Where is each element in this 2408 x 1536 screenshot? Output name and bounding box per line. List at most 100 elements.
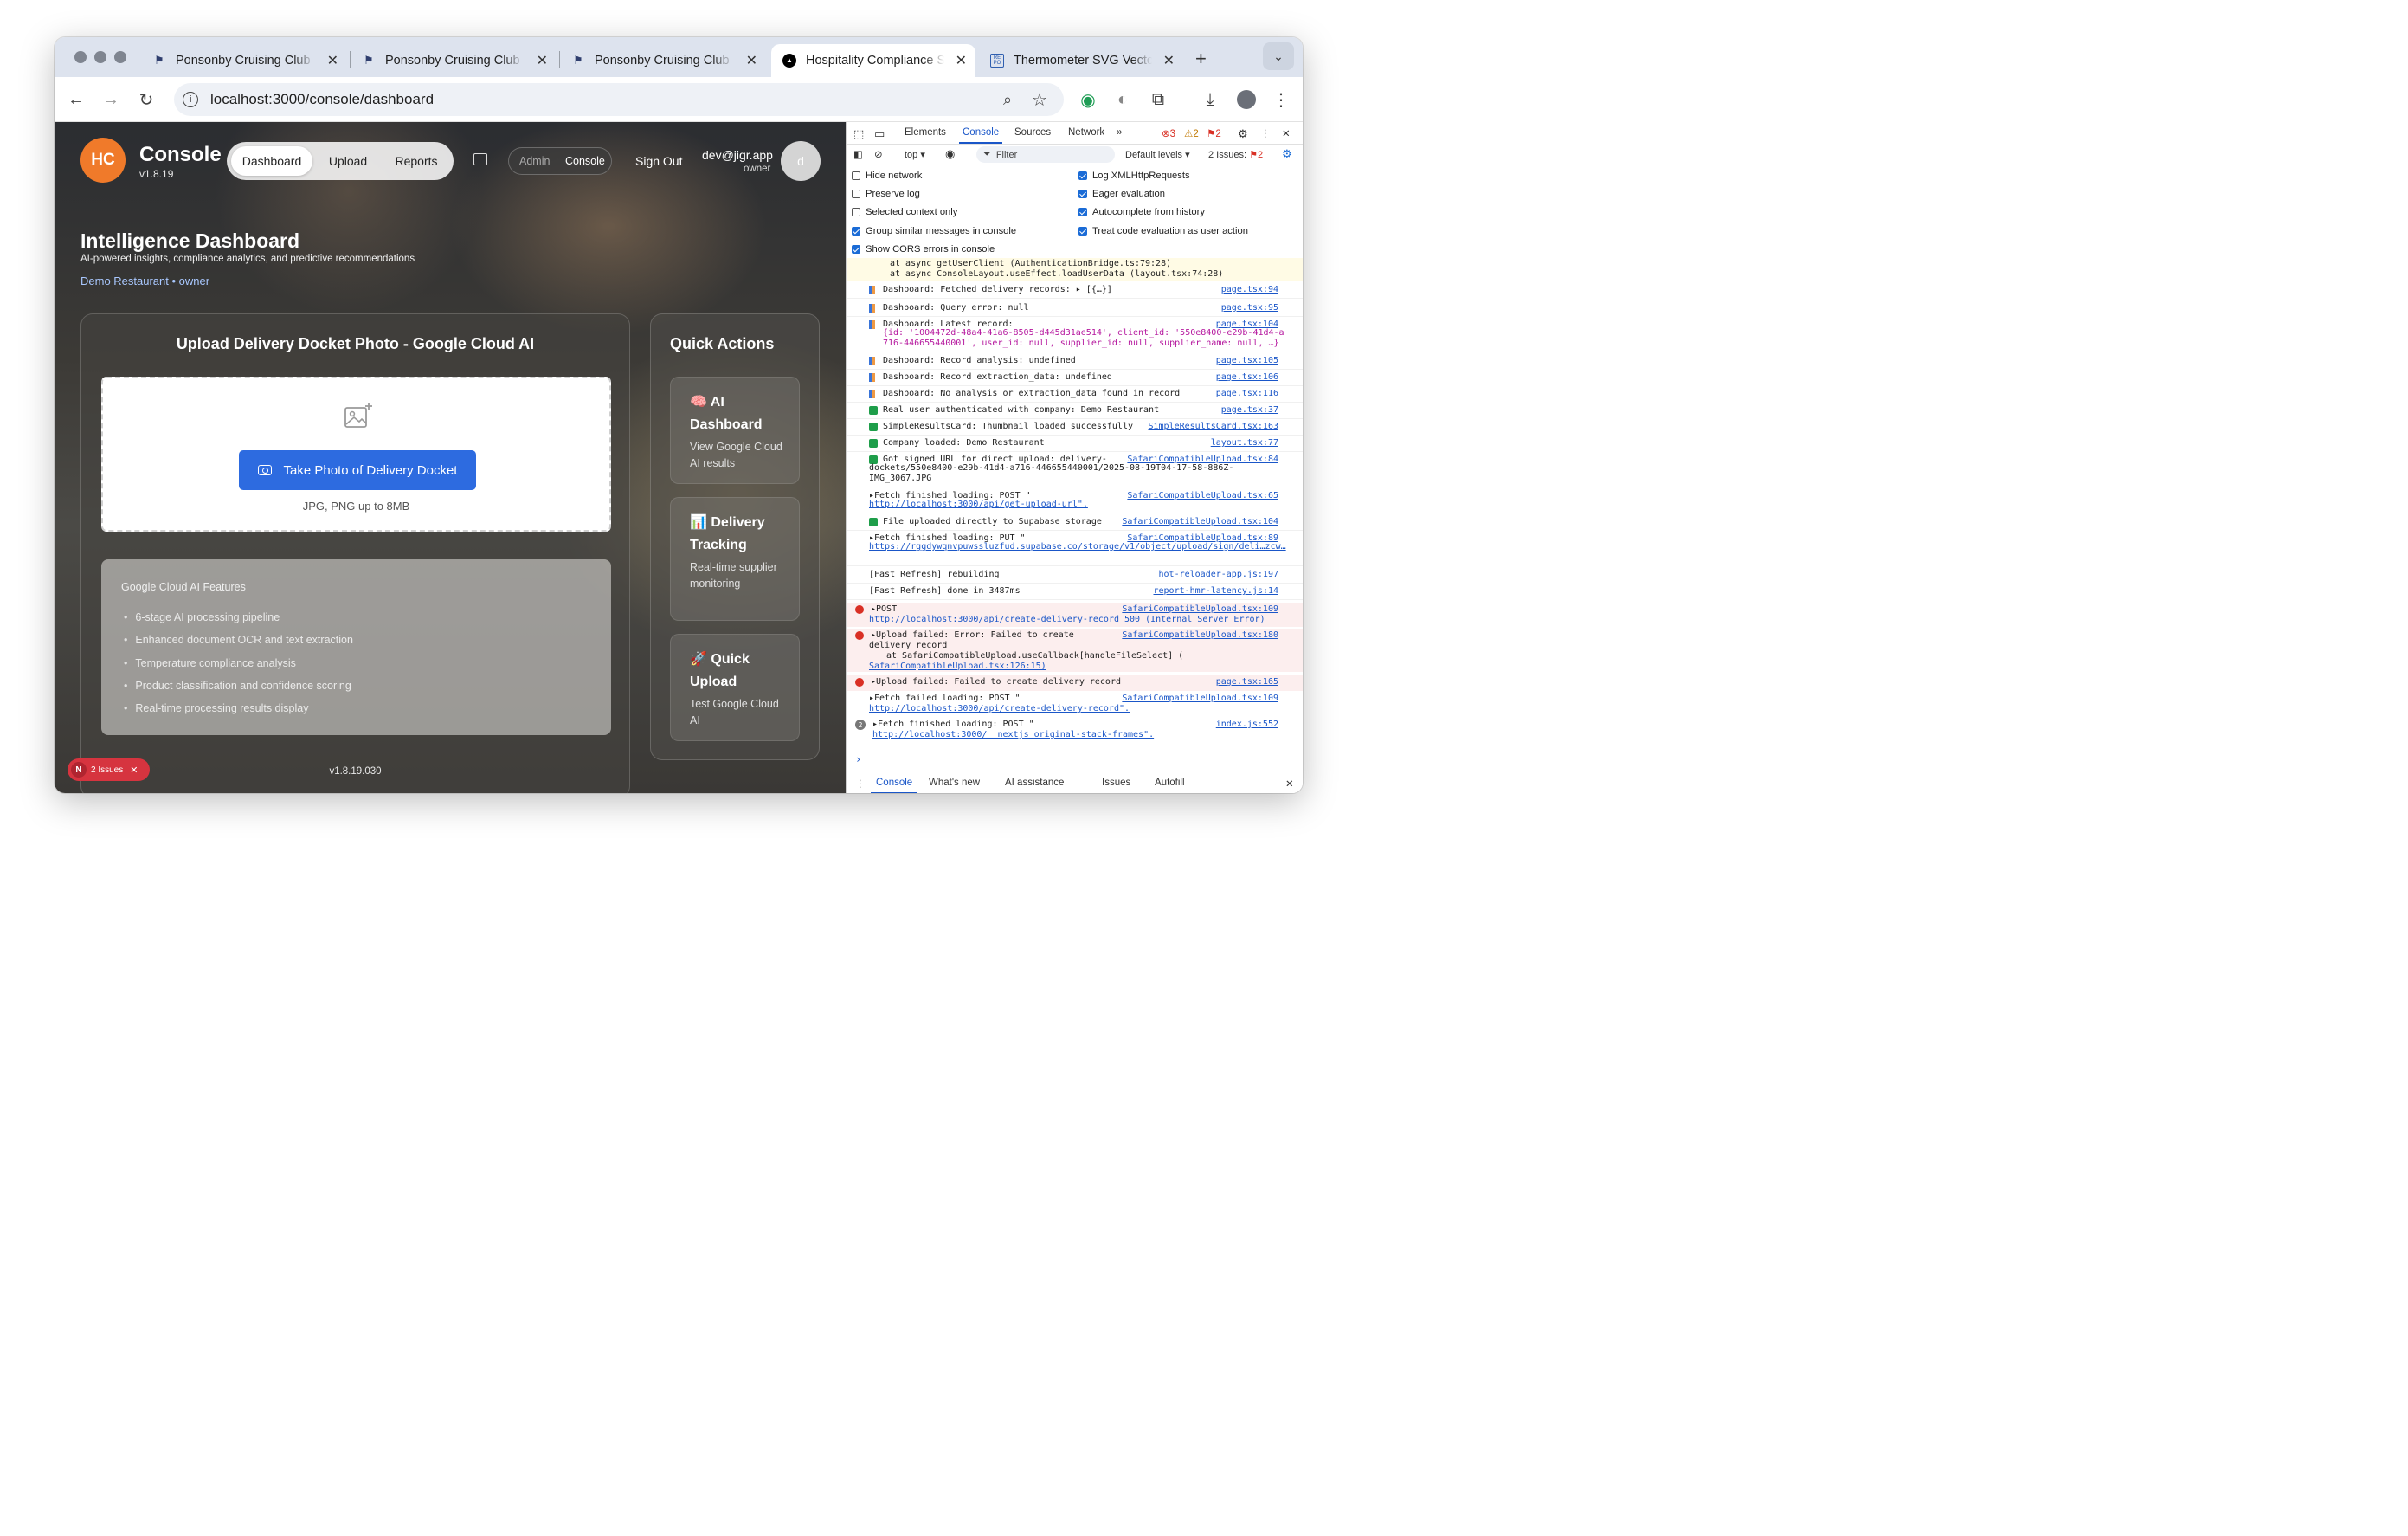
log-source-link[interactable]: page.tsx:116 — [1216, 389, 1278, 398]
tab-sources[interactable]: Sources — [1014, 127, 1051, 138]
checkbox[interactable] — [852, 227, 860, 236]
drawer-tab-autofill[interactable]: Autofill — [1155, 778, 1185, 788]
upload-dropzone[interactable]: Take Photo of Delivery Docket JPG, PNG u… — [101, 377, 611, 532]
checkbox[interactable] — [852, 171, 860, 180]
nav-reports[interactable]: Reports — [383, 146, 449, 176]
close-drawer-icon[interactable]: ✕ — [1285, 778, 1294, 790]
quick-action-ai-dashboard[interactable]: 🧠 AI Dashboard View Google Cloud AI resu… — [670, 377, 800, 484]
option-eager-eval[interactable]: Eager evaluation — [1078, 189, 1165, 199]
more-tabs-icon[interactable]: » — [1117, 127, 1122, 138]
zoom-window-button[interactable] — [114, 51, 126, 63]
option-cors-errors[interactable]: Show CORS errors in console — [852, 244, 995, 255]
nav-upload[interactable]: Upload — [316, 146, 380, 176]
close-tab-icon[interactable]: ✕ — [1163, 52, 1175, 69]
log-source-link[interactable]: SafariCompatibleUpload.tsx:180 — [1122, 630, 1278, 640]
reload-icon[interactable]: ↻ — [135, 88, 158, 111]
checkbox[interactable] — [852, 190, 860, 198]
log-source-link[interactable]: page.tsx:37 — [1221, 405, 1278, 415]
role-switcher[interactable]: Admin Console — [508, 147, 612, 175]
request-url[interactable]: https://rggdywqnvpuwssluzfud.supabase.co… — [869, 542, 1286, 552]
checkbox[interactable] — [852, 245, 860, 254]
request-url[interactable]: SafariCompatibleUpload.tsx:126:15) — [869, 662, 1046, 671]
warning-count[interactable]: ⚠2 — [1184, 127, 1199, 139]
tab-console[interactable]: Console — [958, 127, 1003, 144]
sign-out-link[interactable]: Sign Out — [635, 154, 682, 168]
download-icon[interactable]: ⤓ — [1199, 88, 1221, 111]
zoom-icon[interactable]: ⌕ — [996, 88, 1019, 111]
request-url[interactable]: http://localhost:3000/api/get-upload-url… — [869, 500, 1088, 509]
chevron-down-icon[interactable]: ⌄ — [1263, 42, 1294, 70]
checkbox[interactable] — [852, 208, 860, 216]
drawer-tab-console[interactable]: Console — [870, 778, 918, 793]
extension-loader-icon[interactable]: ◐ — [1111, 88, 1134, 111]
option-hide-network[interactable]: Hide network — [852, 171, 922, 181]
filter-input[interactable]: ⏷ Filter — [976, 146, 1115, 163]
option-preserve-log[interactable]: Preserve log — [852, 189, 920, 199]
device-toolbar-icon[interactable]: ▭ — [874, 127, 885, 141]
grammarly-icon[interactable]: ◉ — [1077, 88, 1099, 111]
request-url[interactable]: http://localhost:3000/api/create-deliver… — [869, 615, 1265, 624]
drawer-tab-whats-new[interactable]: What's new — [929, 778, 980, 788]
log-source-link[interactable]: report-hmr-latency.js:14 — [1154, 586, 1279, 596]
clear-console-icon[interactable]: ⊘ — [874, 148, 883, 160]
log-source-link[interactable]: SimpleResultsCard.tsx:163 — [1148, 422, 1278, 431]
option-treat-code[interactable]: Treat code evaluation as user action — [1078, 226, 1248, 236]
new-tab-icon[interactable]: + — [1195, 48, 1207, 70]
console-prompt[interactable]: › — [847, 753, 1303, 765]
log-source-link[interactable]: page.tsx:106 — [1216, 372, 1278, 382]
log-source-link[interactable]: page.tsx:95 — [1221, 303, 1278, 313]
back-arrow-icon[interactable]: ← — [65, 88, 87, 111]
checkbox[interactable] — [1078, 208, 1087, 216]
log-source-link[interactable]: SafariCompatibleUpload.tsx:104 — [1122, 517, 1278, 526]
browser-tab[interactable]: ⚑ Ponsonby Cruising Club - ✕ — [560, 44, 766, 77]
role-admin[interactable]: Admin — [519, 155, 550, 167]
role-console[interactable]: Console — [565, 155, 605, 167]
checkbox[interactable] — [1078, 190, 1087, 198]
browser-tab[interactable]: ⚑ Ponsonby Cruising Club - ✕ — [351, 44, 557, 77]
close-tab-icon[interactable]: ✕ — [537, 52, 548, 69]
take-photo-button[interactable]: Take Photo of Delivery Docket — [239, 450, 476, 490]
browser-tab-active[interactable]: ▲ Hospitality Compliance S ✕ — [771, 44, 975, 77]
browser-tab[interactable]: RE PO Thermometer SVG Vector ✕ — [979, 44, 1183, 77]
levels-select[interactable]: Default levels ▾ — [1125, 149, 1190, 160]
checkbox[interactable] — [1078, 171, 1087, 180]
puzzle-icon[interactable]: ⧉ — [1147, 88, 1169, 111]
nextjs-issues-badge[interactable]: N 2 Issues ✕ — [68, 758, 150, 781]
drawer-tab-issues[interactable]: Issues — [1102, 778, 1130, 788]
kebab-menu-icon[interactable]: ⋮ — [1260, 127, 1271, 139]
option-group-similar[interactable]: Group similar messages in console — [852, 226, 1016, 236]
url-text[interactable]: localhost:3000/console/dashboard — [210, 91, 434, 108]
close-tab-icon[interactable]: ✕ — [327, 52, 338, 69]
tab-elements[interactable]: Elements — [905, 127, 946, 138]
eye-icon[interactable]: ◉ — [945, 147, 955, 161]
star-icon[interactable]: ☆ — [1028, 88, 1051, 111]
log-source-link[interactable]: SafariCompatibleUpload.tsx:109 — [1122, 694, 1278, 703]
log-source-link[interactable]: hot-reloader-app.js:197 — [1159, 570, 1278, 579]
log-source-link[interactable]: SafariCompatibleUpload.tsx:109 — [1122, 604, 1278, 614]
issue-count[interactable]: ⚑2 — [1207, 127, 1221, 139]
quick-action-delivery-tracking[interactable]: 📊 Delivery Tracking Real-time supplier m… — [670, 497, 800, 621]
image-icon[interactable] — [473, 153, 487, 165]
option-autocomplete[interactable]: Autocomplete from history — [1078, 207, 1205, 217]
log-source-link[interactable]: page.tsx:94 — [1221, 285, 1278, 294]
kebab-menu-icon[interactable]: ⋮ — [1270, 88, 1292, 111]
browser-tab[interactable]: ⚑ Ponsonby Cruising Club - ✕ — [141, 44, 347, 77]
error-count[interactable]: ⊗3 — [1162, 127, 1175, 139]
drawer-menu-icon[interactable]: ⋮ — [855, 778, 866, 790]
profile-avatar-icon[interactable] — [1235, 88, 1258, 111]
checkbox[interactable] — [1078, 227, 1087, 236]
log-source-link[interactable]: page.tsx:105 — [1216, 356, 1278, 365]
gear-icon[interactable]: ⚙ — [1238, 127, 1248, 141]
request-url[interactable]: http://localhost:3000/api/create-deliver… — [869, 704, 1130, 713]
close-window-button[interactable] — [74, 51, 87, 63]
drawer-tab-ai-assistance[interactable]: AI assistance — [1005, 778, 1064, 788]
sidebar-toggle-icon[interactable]: ◧ — [853, 148, 863, 160]
quick-action-quick-upload[interactable]: 🚀 Quick Upload Test Google Cloud AI — [670, 634, 800, 741]
forward-arrow-icon[interactable]: → — [100, 88, 122, 111]
inspect-icon[interactable]: ⬚ — [853, 127, 864, 141]
nav-dashboard[interactable]: Dashboard — [231, 146, 312, 176]
tab-network[interactable]: Network — [1068, 127, 1104, 138]
context-select[interactable]: top ▾ — [905, 149, 925, 160]
minimize-window-button[interactable] — [94, 51, 106, 63]
log-source-link[interactable]: page.tsx:165 — [1216, 677, 1278, 687]
